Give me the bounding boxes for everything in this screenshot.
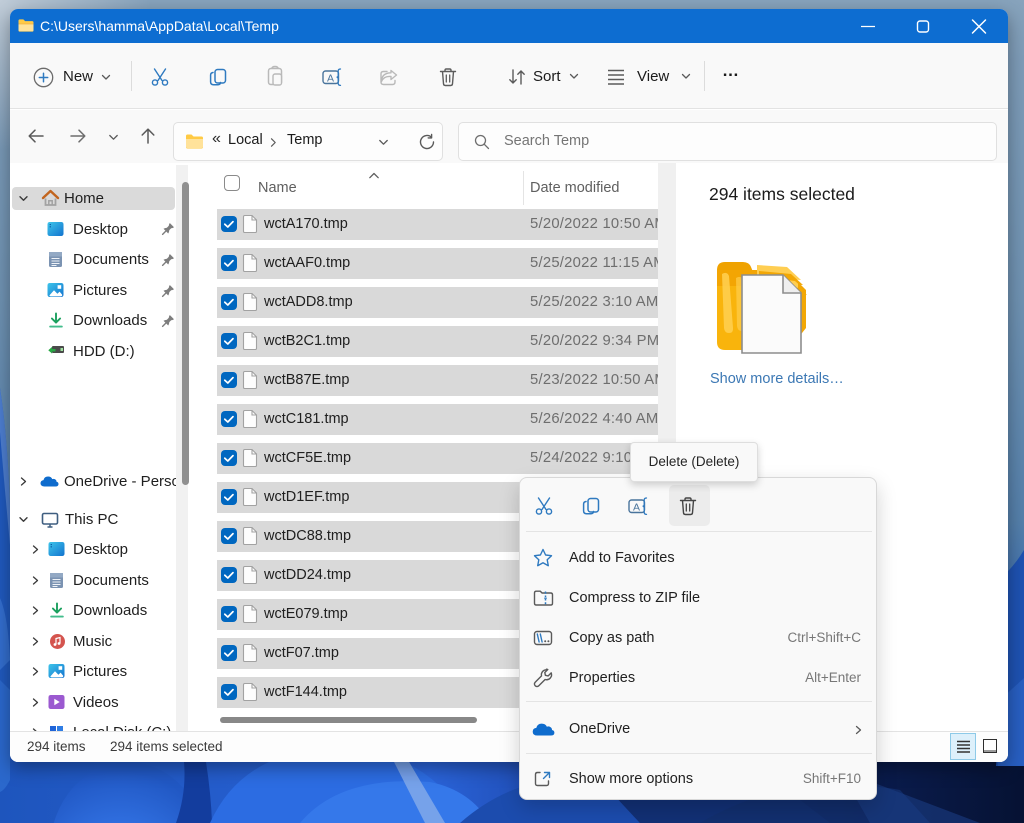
svg-text:A: A: [327, 72, 334, 84]
svg-text:A: A: [633, 501, 640, 513]
